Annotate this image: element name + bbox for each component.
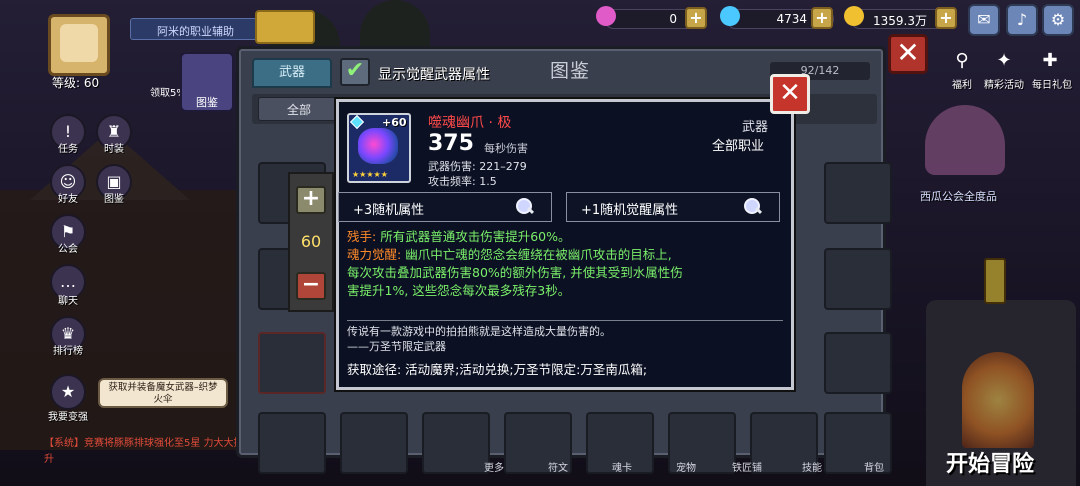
weapon-slot[interactable]: [824, 248, 892, 310]
menu-label-powerup: 我要变强: [48, 412, 88, 423]
weapon-name: 噬魂幽爪 · 极: [428, 115, 512, 131]
player-level: 等级: 60: [52, 76, 100, 90]
trait-2-key: 魂力觉醒:: [347, 247, 402, 262]
assist-banner[interactable]: 阿米的职业辅助: [130, 18, 270, 40]
weapon-slot[interactable]: [258, 412, 326, 474]
system-message: 【系统】竞赛将豚豚排球强化至5星 力大大提升: [44, 438, 244, 465]
weapon-slot[interactable]: [258, 332, 326, 394]
weapon-slot[interactable]: [340, 412, 408, 474]
weapon-damage: 武器伤害: 221–279: [428, 160, 527, 173]
settings-gear-icon[interactable]: ⚙: [1042, 4, 1074, 36]
menu-label-chat: 聊天: [58, 296, 78, 307]
awaken-toggle-label: 显示觉醒武器属性: [378, 67, 490, 83]
menu-label-costume: 时装: [104, 144, 124, 155]
lore-line-1: 传说有一款游戏中的拍拍熊就是这样造成大量伤害的。: [347, 325, 611, 338]
claw-weapon-icon: [358, 128, 398, 164]
decrease-level-button[interactable]: −: [296, 272, 326, 300]
star-rating-icon: ★★★★★: [352, 170, 388, 179]
menu-label-quest: 任务: [58, 144, 78, 155]
speaker-icon[interactable]: ♪: [1006, 4, 1038, 36]
tab-weapon[interactable]: 武器: [252, 58, 332, 88]
trait-1-text: 所有武器普通攻击伤害提升60%。: [376, 229, 571, 244]
powerup-icon[interactable]: ★: [50, 374, 86, 410]
assist-reward-icon[interactable]: [255, 10, 315, 44]
objective-tooltip[interactable]: 获取并装备魔女武器–织梦火伞: [98, 378, 228, 408]
filter-dropdown[interactable]: 全部: [258, 97, 338, 121]
add-diamond-button[interactable]: +: [811, 7, 833, 29]
menu-label-guild: 公会: [58, 244, 78, 255]
mail-icon[interactable]: ✉: [968, 4, 1000, 36]
add-gold-button[interactable]: +: [935, 7, 957, 29]
weapon-slot[interactable]: [422, 412, 490, 474]
acquire-source: 获取途径: 活动魔界;活动兑换;万圣节限定:万圣南瓜箱;: [347, 362, 648, 377]
trait-2-line1: 幽爪中亡魂的怨念会缠绕在被幽爪攻击的目标上,: [401, 247, 672, 262]
gift-icon[interactable]: ✚: [1030, 46, 1070, 78]
panel-title: 图鉴: [550, 60, 591, 82]
weapon-attack-rate: 攻击频率: 1.5: [428, 175, 497, 188]
bottom-tab-smithy[interactable]: 铁匠铺: [732, 459, 762, 474]
event-icon[interactable]: ✦: [984, 46, 1024, 78]
weapon-slot[interactable]: [824, 162, 892, 224]
close-card-button[interactable]: ✕: [770, 74, 810, 114]
pink-gem-icon: [596, 6, 616, 26]
right-label-event: 精彩活动: [984, 80, 1024, 91]
close-panel-button[interactable]: ✕: [888, 34, 928, 74]
blue-diamond-icon: [720, 6, 740, 26]
codex-shortcut-button[interactable]: 图鉴: [180, 52, 234, 112]
dps-label: 每秒伤害: [484, 142, 528, 155]
weapon-slot[interactable]: [824, 332, 892, 394]
trait-1-key: 残手:: [347, 229, 377, 244]
weapon-dps: 375: [428, 131, 474, 156]
trait-2-line3: 害提升1%, 这些怨念每次最多残存3秒。: [347, 283, 571, 298]
right-label-welfare: 福利: [952, 80, 972, 91]
bottom-tab-pet[interactable]: 宠物: [676, 459, 696, 474]
bottom-tab-rune[interactable]: 符文: [548, 459, 568, 474]
card-divider: [347, 320, 783, 321]
trait-2: 魂力觉醒: 幽爪中亡魂的怨念会缠绕在被幽爪攻击的目标上,: [347, 246, 672, 264]
avatar-face: [60, 24, 98, 62]
trait-1: 残手: 所有武器普通攻击伤害提升60%。: [347, 228, 570, 246]
stepper-value: 60: [300, 232, 322, 251]
magnifier-icon[interactable]: [742, 196, 764, 218]
trait-2-line2: 每次攻击叠加武器伤害80%的额外伤害, 并使其受到水属性伤: [347, 265, 683, 280]
start-adventure-button[interactable]: 开始冒险: [946, 446, 1034, 478]
magnifier-icon[interactable]: [514, 196, 536, 218]
bottom-tab-soulcard[interactable]: 魂卡: [612, 459, 632, 474]
menu-label-friends: 好友: [58, 194, 78, 205]
menu-label-codex: 图鉴: [104, 194, 124, 205]
menu-label-ranking: 排行榜: [53, 346, 83, 357]
add-gem-button[interactable]: +: [685, 7, 707, 29]
right-label-gift: 每日礼包: [1032, 80, 1072, 91]
bottom-tab-more[interactable]: 更多: [484, 459, 504, 474]
guild-name-label: 西瓜公会全度品: [920, 190, 997, 203]
increase-level-button[interactable]: +: [296, 186, 326, 214]
weapon-level: +60: [382, 116, 407, 129]
welfare-icon[interactable]: ⚲: [942, 46, 982, 78]
weapon-type: 武器: [742, 120, 769, 135]
bottom-tab-bag[interactable]: 背包: [864, 459, 884, 474]
lore-line-2: ——万圣节限定武器: [347, 340, 446, 353]
weapon-class: 全部职业: [712, 139, 765, 154]
bottom-tab-skill[interactable]: 技能: [802, 459, 822, 474]
gold-coin-icon: [844, 6, 864, 26]
awaken-checkbox[interactable]: ✔: [340, 58, 370, 86]
